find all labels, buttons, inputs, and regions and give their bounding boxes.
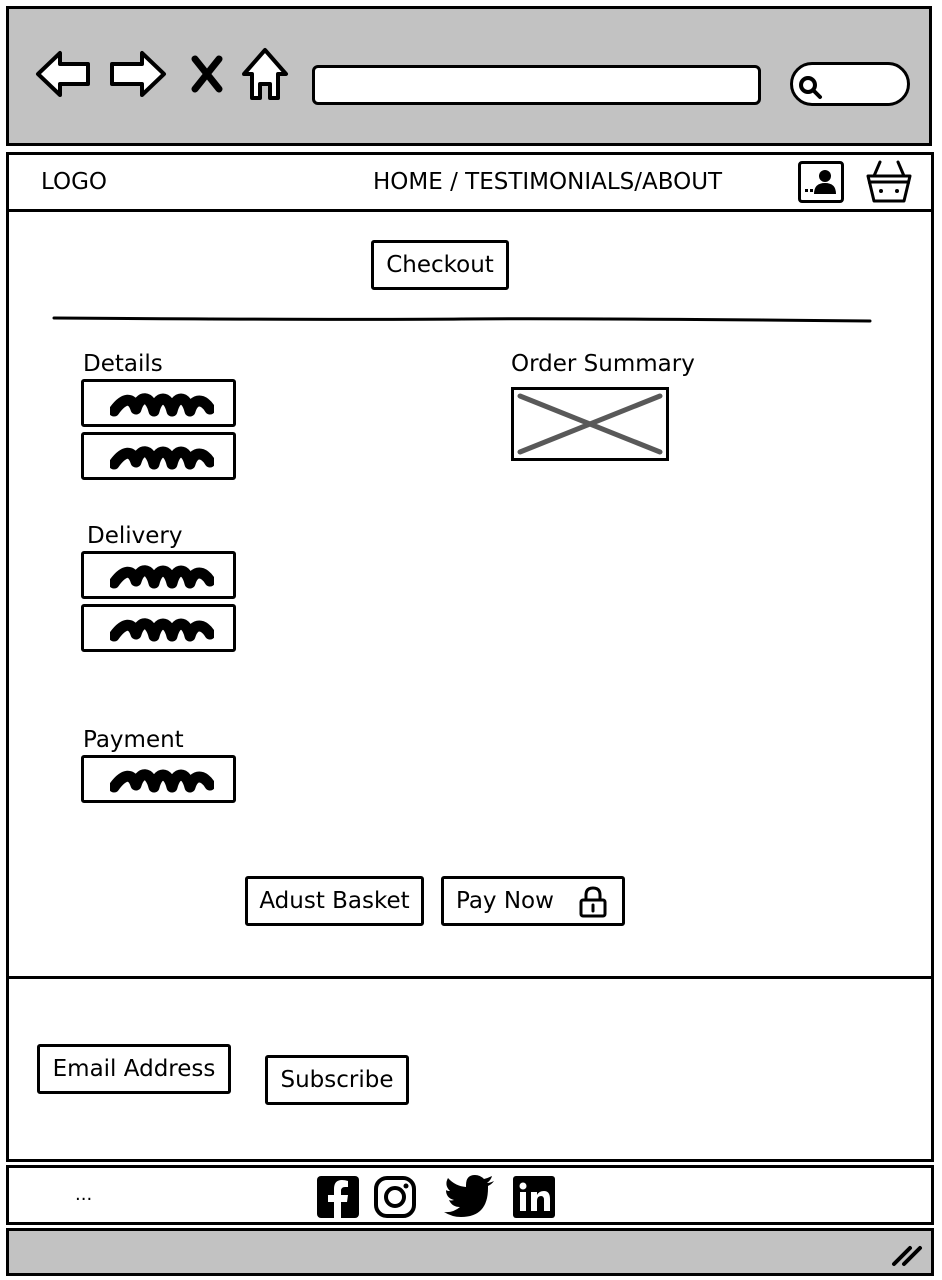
- order-summary-heading: Order Summary: [511, 351, 695, 377]
- arrow-left-icon[interactable]: [34, 48, 92, 100]
- site-logo[interactable]: LOGO: [41, 171, 107, 194]
- resize-handle-icon[interactable]: [890, 1238, 924, 1268]
- pay-now-button[interactable]: Pay Now: [441, 876, 625, 926]
- linkedin-icon[interactable]: [512, 1175, 556, 1219]
- delivery-field-1[interactable]: [81, 551, 236, 599]
- instagram-icon[interactable]: [372, 1174, 418, 1220]
- close-icon[interactable]: [190, 55, 224, 93]
- twitter-icon[interactable]: [444, 1175, 496, 1219]
- nav-links[interactable]: HOME / TESTIMONIALS/ABOUT: [373, 171, 722, 194]
- search-icon: [799, 76, 822, 99]
- section-divider: [52, 316, 872, 323]
- status-bar: [6, 1228, 934, 1276]
- subscribe-label: Subscribe: [280, 1067, 394, 1093]
- delivery-heading: Delivery: [87, 523, 183, 549]
- scribble-text: [110, 769, 214, 793]
- scribble-text: [110, 446, 214, 470]
- checkout-button[interactable]: Checkout: [371, 240, 509, 290]
- basket-icon[interactable]: [864, 158, 914, 206]
- image-placeholder-icon: [517, 393, 663, 455]
- email-address-label: Email Address: [52, 1056, 216, 1082]
- order-summary-image: [511, 387, 669, 461]
- email-address-input[interactable]: Email Address: [37, 1044, 231, 1094]
- pay-now-label: Pay Now: [456, 888, 554, 914]
- scribble-text: [110, 393, 214, 417]
- scribble-text: [110, 618, 214, 642]
- adjust-basket-label: Adust Basket: [259, 888, 410, 914]
- account-icon: [805, 170, 836, 194]
- payment-field[interactable]: [81, 755, 236, 803]
- details-field-2[interactable]: [81, 432, 236, 480]
- adjust-basket-button[interactable]: Adust Basket: [245, 876, 424, 926]
- subscribe-button[interactable]: Subscribe: [265, 1055, 409, 1105]
- checkout-label: Checkout: [386, 252, 494, 278]
- details-field-1[interactable]: [81, 379, 236, 427]
- arrow-right-icon[interactable]: [108, 48, 168, 100]
- account-button[interactable]: [798, 161, 844, 203]
- home-icon[interactable]: [240, 46, 290, 102]
- lock-icon: [579, 886, 607, 918]
- scribble-text: [110, 565, 214, 589]
- address-bar[interactable]: [312, 65, 761, 105]
- facebook-icon[interactable]: [316, 1175, 360, 1219]
- delivery-field-2[interactable]: [81, 604, 236, 652]
- payment-heading: Payment: [83, 727, 184, 753]
- footer-ellipsis: ...: [75, 1184, 93, 1205]
- details-heading: Details: [83, 351, 163, 377]
